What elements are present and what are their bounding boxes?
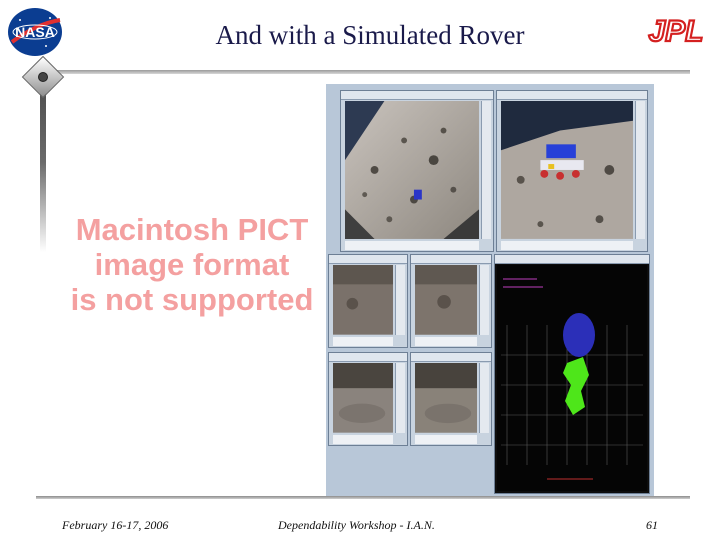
bottom-divider bbox=[36, 496, 690, 499]
window-scrollbar[interactable] bbox=[479, 363, 489, 433]
map-view-window bbox=[494, 254, 650, 494]
window-scrollbar[interactable] bbox=[635, 101, 645, 239]
page-number: 61 bbox=[646, 518, 658, 532]
window-scrollbar[interactable] bbox=[395, 265, 405, 335]
window-title-bar bbox=[497, 91, 647, 100]
camera-view-window bbox=[410, 352, 492, 446]
window-title-bar bbox=[411, 255, 491, 264]
diamond-ornament-dot bbox=[38, 72, 48, 82]
pict-placeholder: Macintosh PICT image format is not suppo… bbox=[58, 212, 326, 317]
window-scrollbar[interactable] bbox=[481, 101, 491, 239]
window-title-bar bbox=[329, 353, 407, 362]
terrain-view-window bbox=[340, 90, 494, 252]
window-status-bar bbox=[415, 435, 477, 444]
window-title-bar bbox=[341, 91, 493, 100]
rover-view-image bbox=[501, 101, 633, 239]
pict-placeholder-line: image format bbox=[94, 247, 290, 282]
camera-view-window bbox=[328, 352, 408, 446]
camera-view-image bbox=[415, 363, 477, 433]
jpl-logo-text: JPL bbox=[648, 15, 703, 46]
window-status-bar bbox=[501, 241, 633, 250]
rover-simulation-screenshot bbox=[326, 84, 654, 498]
terrain-view-image bbox=[345, 101, 479, 239]
footer-event: Dependability Workshop - I.A.N. bbox=[278, 518, 435, 532]
left-rail-decoration bbox=[40, 72, 46, 252]
nasa-logo: NASA bbox=[8, 8, 62, 56]
slide-title: And with a Simulated Rover bbox=[215, 20, 525, 50]
window-status-bar bbox=[415, 337, 477, 346]
footer-date: February 16-17, 2006 bbox=[62, 518, 169, 532]
window-status-bar bbox=[333, 435, 393, 444]
rover-view-window bbox=[496, 90, 648, 252]
window-scrollbar[interactable] bbox=[479, 265, 489, 335]
camera-view-window bbox=[410, 254, 492, 348]
pict-placeholder-line: is not supported bbox=[70, 282, 314, 317]
top-divider bbox=[52, 70, 690, 74]
camera-view-image bbox=[333, 363, 393, 433]
pict-placeholder-line: Macintosh PICT bbox=[75, 212, 309, 247]
window-status-bar bbox=[345, 241, 479, 250]
camera-view-window bbox=[328, 254, 408, 348]
map-view-image bbox=[497, 265, 647, 491]
nasa-logo-text: NASA bbox=[15, 24, 55, 40]
window-title-bar bbox=[411, 353, 491, 362]
window-status-bar bbox=[333, 337, 393, 346]
camera-view-image bbox=[333, 265, 393, 335]
window-title-bar bbox=[329, 255, 407, 264]
window-title-bar bbox=[495, 255, 649, 264]
window-scrollbar[interactable] bbox=[395, 363, 405, 433]
camera-view-image bbox=[415, 265, 477, 335]
jpl-logo: JPL bbox=[647, 14, 704, 46]
